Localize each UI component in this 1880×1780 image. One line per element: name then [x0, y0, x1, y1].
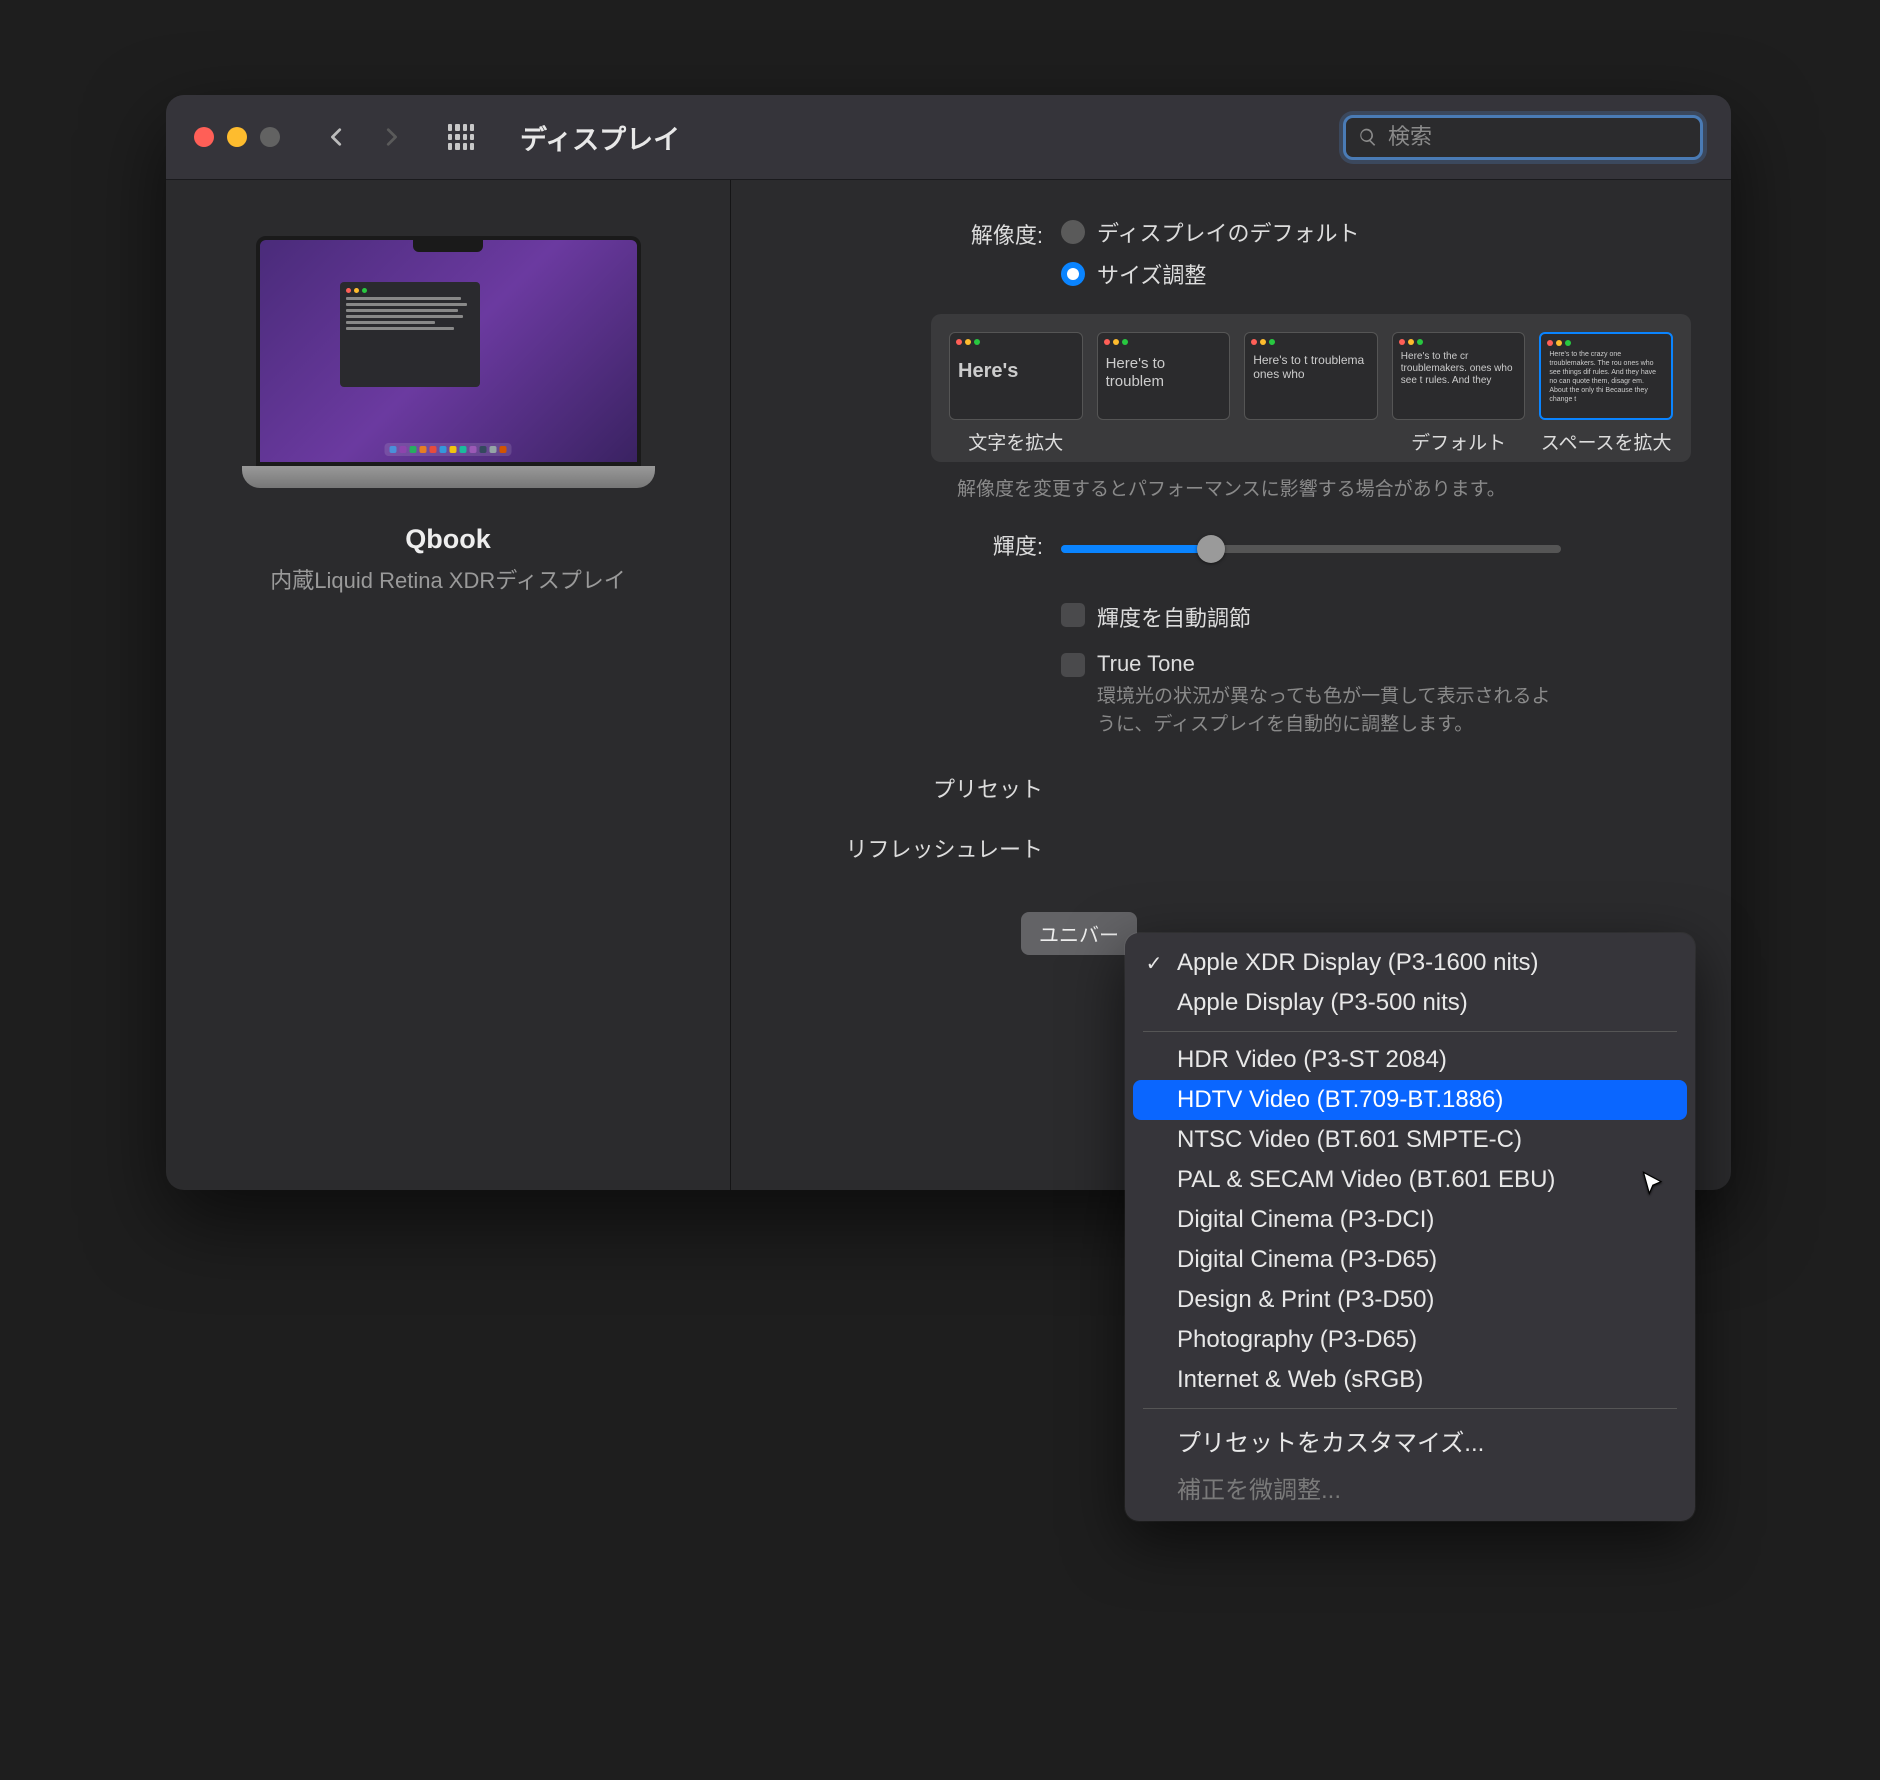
- preset-menu-item[interactable]: PAL & SECAM Video (BT.601 EBU): [1125, 1160, 1695, 1200]
- menu-item-label: HDTV Video (BT.709-BT.1886): [1177, 1086, 1503, 1114]
- minimize-icon[interactable]: [227, 127, 247, 147]
- display-thumbnail[interactable]: [256, 236, 641, 488]
- preset-menu-item[interactable]: Apple Display (P3-500 nits): [1125, 983, 1695, 1023]
- refresh-rate-label: リフレッシュレート: [731, 830, 1061, 864]
- universal-control-button[interactable]: ユニバー: [1021, 912, 1137, 955]
- brightness-slider[interactable]: [1061, 545, 1561, 553]
- scale-caption-0: 文字を拡大: [968, 428, 1063, 450]
- checkmark-icon: ✓: [1143, 951, 1165, 976]
- show-all-icon[interactable]: [448, 124, 474, 150]
- auto-brightness-label: 輝度を自動調節: [1097, 601, 1251, 633]
- menu-item-label: Photography (P3-D65): [1177, 1326, 1417, 1354]
- preset-menu-item[interactable]: HDR Video (P3-ST 2084): [1125, 1040, 1695, 1080]
- menu-item-label: 補正を微調整...: [1177, 1470, 1341, 1505]
- menu-item-label: PAL & SECAM Video (BT.601 EBU): [1177, 1166, 1555, 1194]
- resolution-note: 解像度を変更するとパフォーマンスに影響する場合があります。: [957, 474, 1691, 501]
- search-input[interactable]: [1388, 124, 1688, 150]
- preset-menu-item[interactable]: プリセットをカスタマイズ...: [1125, 1417, 1695, 1464]
- close-icon[interactable]: [194, 127, 214, 147]
- menu-item-label: プリセットをカスタマイズ...: [1177, 1423, 1484, 1458]
- display-name: Qbook: [405, 524, 491, 555]
- preset-menu-item[interactable]: Design & Print (P3-D50): [1125, 1280, 1695, 1320]
- resolution-scaled-radio[interactable]: サイズ調整: [1061, 258, 1691, 290]
- preset-menu-item[interactable]: NTSC Video (BT.601 SMPTE-C): [1125, 1120, 1695, 1160]
- menu-separator: [1143, 1031, 1677, 1032]
- zoom-icon: [260, 127, 280, 147]
- search-field[interactable]: [1343, 115, 1703, 160]
- search-icon: [1358, 127, 1378, 147]
- scale-option-1[interactable]: Here's to troublem: [1097, 332, 1231, 420]
- display-sidebar: Qbook 内蔵Liquid Retina XDRディスプレイ: [166, 180, 731, 1190]
- menu-item-label: HDR Video (P3-ST 2084): [1177, 1046, 1447, 1074]
- window-title: ディスプレイ: [520, 118, 680, 157]
- menu-item-label: Internet & Web (sRGB): [1177, 1366, 1423, 1394]
- preset-label: プリセット: [731, 770, 1061, 804]
- brightness-label: 輝度:: [731, 523, 1061, 561]
- preset-menu-item[interactable]: Digital Cinema (P3-D65): [1125, 1240, 1695, 1280]
- menu-item-label: Design & Print (P3-D50): [1177, 1286, 1434, 1314]
- menu-item-label: Digital Cinema (P3-D65): [1177, 1246, 1437, 1274]
- scale-caption-3: デフォルト: [1411, 428, 1506, 450]
- scale-option-2[interactable]: Here's to t troublema ones who: [1244, 332, 1378, 420]
- forward-button: [376, 122, 406, 152]
- resolution-scaled-label: サイズ調整: [1097, 258, 1206, 290]
- scale-option-3[interactable]: Here's to the cr troublemakers. ones who…: [1392, 332, 1526, 420]
- menu-separator: [1143, 1408, 1677, 1409]
- slider-thumb-icon[interactable]: [1197, 535, 1225, 563]
- scale-option-0[interactable]: Here's: [949, 332, 1083, 420]
- scale-caption-4: スペースを拡大: [1541, 428, 1672, 450]
- menu-item-label: NTSC Video (BT.601 SMPTE-C): [1177, 1126, 1522, 1154]
- back-button[interactable]: [322, 122, 352, 152]
- truetone-checkbox[interactable]: True Tone 環境光の状況が異なっても色が一貫して表示されるように、ディス…: [1061, 651, 1691, 738]
- resolution-default-radio[interactable]: ディスプレイのデフォルト: [1061, 216, 1691, 248]
- truetone-note: 環境光の状況が異なっても色が一貫して表示されるように、ディスプレイを自動的に調整…: [1097, 683, 1557, 738]
- auto-brightness-checkbox[interactable]: 輝度を自動調節: [1061, 601, 1691, 633]
- toolbar: ディスプレイ: [166, 95, 1731, 180]
- resolution-default-label: ディスプレイのデフォルト: [1097, 216, 1359, 248]
- scale-option-4[interactable]: Here's to the crazy one troublemakers. T…: [1539, 332, 1673, 420]
- menu-item-label: Digital Cinema (P3-DCI): [1177, 1206, 1434, 1234]
- menu-item-label: Apple XDR Display (P3-1600 nits): [1177, 949, 1539, 977]
- menu-item-label: Apple Display (P3-500 nits): [1177, 989, 1468, 1017]
- preset-menu-item: 補正を微調整...: [1125, 1464, 1695, 1511]
- preset-popup-menu: ✓ Apple XDR Display (P3-1600 nits) Apple D…: [1125, 933, 1695, 1521]
- preset-menu-item[interactable]: Digital Cinema (P3-DCI): [1125, 1200, 1695, 1240]
- window-controls: [194, 127, 280, 147]
- display-description: 内蔵Liquid Retina XDRディスプレイ: [270, 563, 625, 595]
- resolution-label: 解像度:: [731, 216, 1061, 300]
- scale-picker: Here's 文字を拡大 Here's to troublem .: [931, 314, 1691, 462]
- preset-menu-item[interactable]: ✓ Apple XDR Display (P3-1600 nits): [1125, 943, 1695, 983]
- truetone-label: True Tone: [1097, 651, 1557, 677]
- cursor-icon: [1640, 1170, 1668, 1203]
- preset-menu-item[interactable]: HDTV Video (BT.709-BT.1886): [1133, 1080, 1687, 1120]
- preset-menu-item[interactable]: Photography (P3-D65): [1125, 1320, 1695, 1360]
- preset-menu-item[interactable]: Internet & Web (sRGB): [1125, 1360, 1695, 1400]
